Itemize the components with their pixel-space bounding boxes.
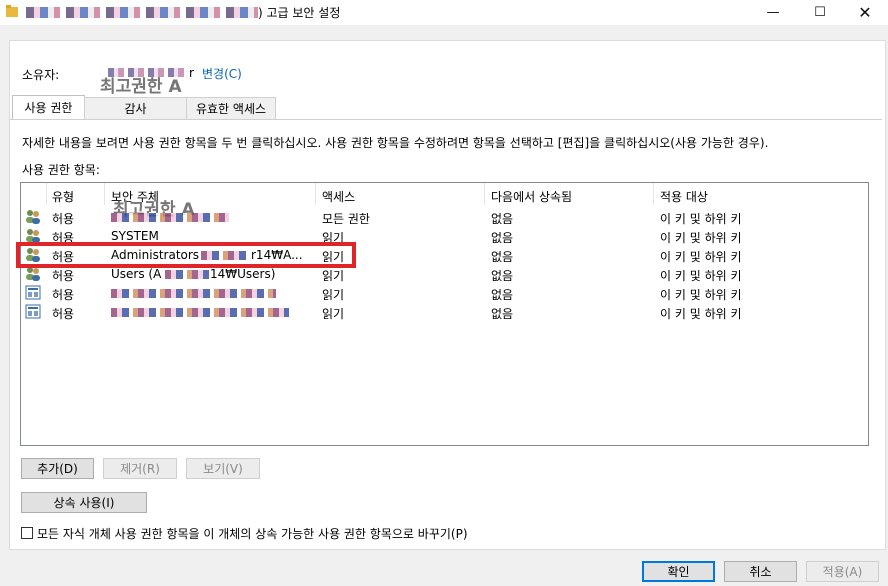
owner-value: r (189, 66, 194, 80)
redacted-principal (165, 270, 209, 279)
highlight-box (16, 242, 356, 268)
column-header-inherited[interactable]: 다음에서 상속됨 (491, 188, 572, 205)
app-package-icon (25, 304, 41, 319)
row-applies: 이 키 및 하위 키 (660, 269, 742, 283)
row-inherited: 없음 (491, 231, 514, 245)
tab-divider (10, 119, 882, 120)
row-applies: 이 키 및 하위 키 (660, 231, 742, 245)
tab-effective-access[interactable]: 유효한 액세스 (186, 97, 276, 119)
tab-auditing[interactable]: 감사 (84, 97, 187, 119)
change-owner-link[interactable]: 변경(C) (202, 65, 242, 82)
users-icon (26, 229, 40, 243)
apply-button[interactable]: 적용(A) (806, 561, 879, 582)
redacted-principal (111, 289, 276, 298)
column-separator (315, 183, 316, 205)
row-inherited: 없음 (491, 212, 514, 226)
row-type: 허용 (52, 307, 75, 321)
instructions-text: 자세한 내용을 보려면 사용 권한 항목을 두 번 클릭하십시오. 사용 권한 … (22, 136, 769, 150)
enable-inheritance-button[interactable]: 상속 사용(I) (21, 492, 147, 513)
folder-icon (6, 5, 18, 17)
row-type: 허용 (52, 269, 75, 283)
row-inherited: 없음 (491, 269, 514, 283)
row-inherited: 없음 (491, 250, 514, 264)
row-type: 허용 (52, 212, 75, 226)
users-icon (26, 210, 40, 224)
remove-button[interactable]: 제거(R) (103, 458, 177, 479)
row-access: 모든 권한 (322, 212, 370, 226)
tab-permissions[interactable]: 사용 권한 (12, 95, 85, 119)
column-separator (104, 183, 105, 205)
cancel-button[interactable]: 취소 (724, 561, 797, 582)
view-button[interactable]: 보기(V) (186, 458, 260, 479)
column-separator (484, 183, 485, 205)
row-type: 허용 (52, 288, 75, 302)
row-access: 읽기 (322, 288, 345, 302)
ok-button[interactable]: 확인 (642, 561, 715, 582)
row-access: 읽기 (322, 307, 345, 321)
title-bar: ) 고급 보안 설정 — ☐ ✕ (0, 0, 888, 25)
column-header-applies[interactable]: 적용 대상 (660, 188, 708, 205)
window-title: ) 고급 보안 설정 (258, 6, 341, 20)
entries-label: 사용 권한 항목: (22, 163, 100, 177)
row-principal: SYSTEM (111, 229, 159, 243)
close-button[interactable]: ✕ (842, 0, 888, 25)
app-package-icon (25, 285, 41, 300)
minimize-button[interactable]: — (750, 0, 796, 25)
row-applies: 이 키 및 하위 키 (660, 307, 742, 321)
row-access: 읽기 (322, 269, 345, 283)
add-button[interactable]: 추가(D) (21, 458, 94, 479)
owner-overlay-text: 최고권한 A (100, 77, 182, 97)
column-header-type[interactable]: 유형 (52, 188, 74, 205)
redacted-principal (111, 308, 289, 317)
replace-permissions-label: 모든 자식 개체 사용 권한 항목을 이 개체의 상속 가능한 사용 권한 항목… (37, 527, 468, 541)
column-separator (653, 183, 654, 205)
replace-permissions-checkbox[interactable] (21, 527, 33, 539)
column-separator (46, 183, 47, 205)
column-header-access[interactable]: 액세스 (322, 188, 355, 205)
row-inherited: 없음 (491, 307, 514, 321)
row-principal: Users (A (111, 267, 162, 281)
redacted-principal (111, 213, 229, 222)
users-icon (26, 267, 40, 281)
redacted-title (26, 7, 258, 18)
row-applies: 이 키 및 하위 키 (660, 250, 742, 264)
row-applies: 이 키 및 하위 키 (660, 288, 742, 302)
row-inherited: 없음 (491, 288, 514, 302)
permission-entries-list[interactable]: 유형 보안 주체 액세스 다음에서 상속됨 적용 대상 최고권한 A 허용 모든… (20, 182, 869, 446)
row-applies: 이 키 및 하위 키 (660, 212, 742, 226)
table-row[interactable]: 허용 모든 권한 없음 이 키 및 하위 키 (21, 207, 868, 226)
owner-label: 소유자: (22, 68, 60, 82)
maximize-button[interactable]: ☐ (797, 0, 843, 25)
row-principal-tail: 14₩Users) (210, 267, 276, 281)
table-row[interactable]: 허용 읽기 없음 이 키 및 하위 키 (21, 302, 868, 321)
table-row[interactable]: 허용 읽기 없음 이 키 및 하위 키 (21, 283, 868, 302)
